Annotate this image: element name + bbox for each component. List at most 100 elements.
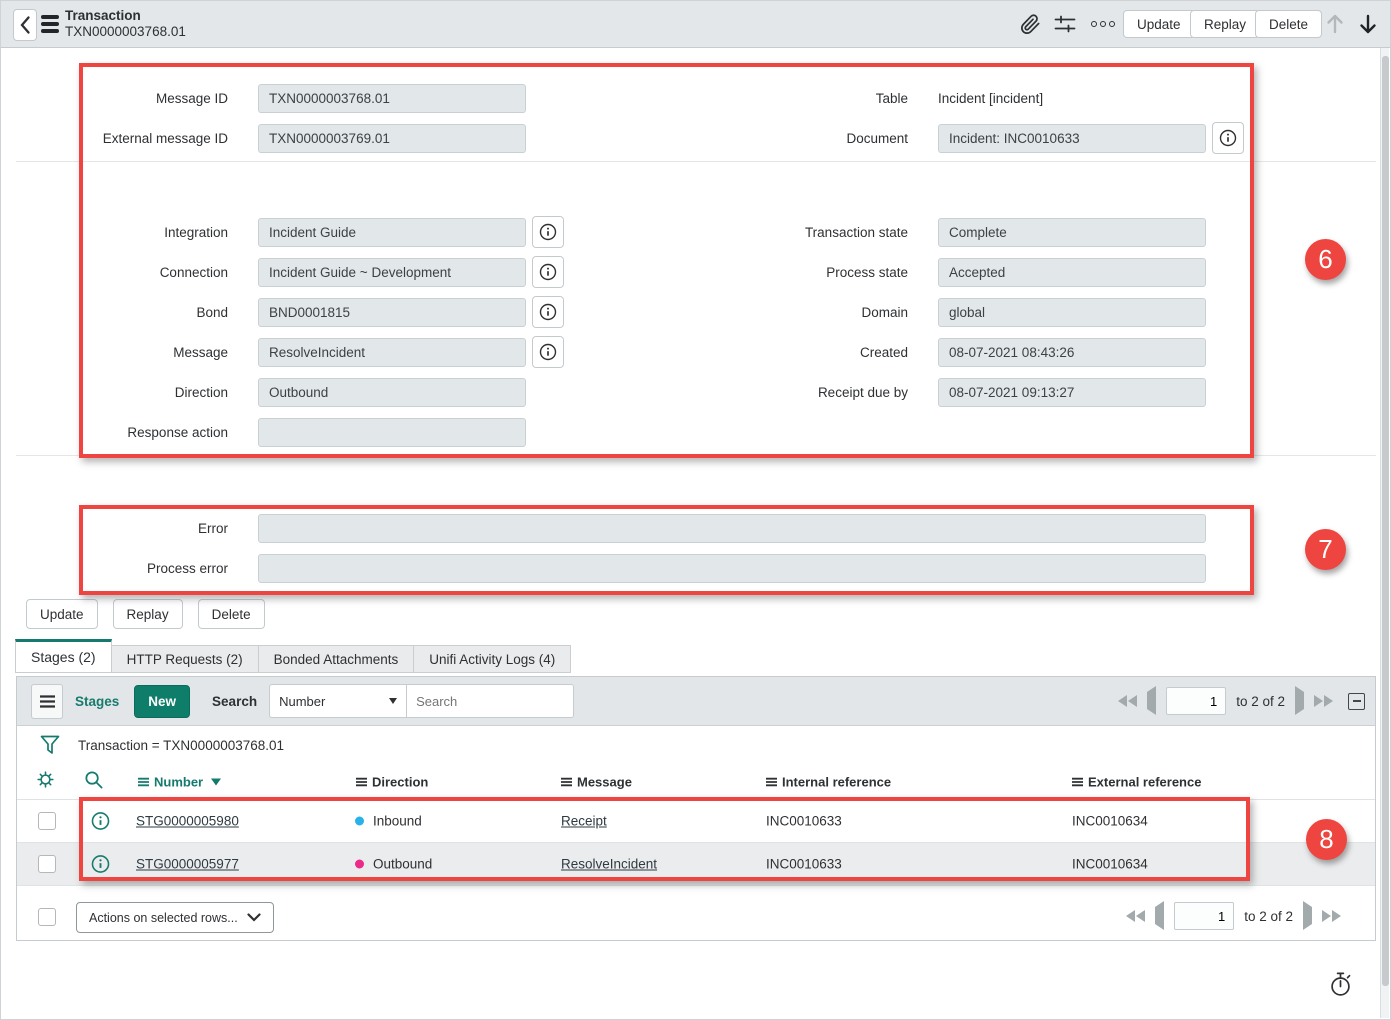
row-preview-icon[interactable]: [91, 812, 110, 831]
process-state-field[interactable]: Accepted: [938, 258, 1206, 287]
new-stage-button[interactable]: New: [134, 685, 190, 718]
next-page-icon[interactable]: [1303, 907, 1312, 925]
direction-label: Direction: [16, 385, 228, 400]
list-title: Stages: [75, 694, 119, 709]
column-menu-icon: [561, 777, 572, 786]
external-message-id-field[interactable]: TXN0000003769.01: [258, 124, 526, 153]
actions-select-value: Actions on selected rows...: [89, 911, 238, 925]
vertical-scrollbar[interactable]: [1380, 48, 1389, 1018]
column-header-number[interactable]: Number: [138, 774, 221, 789]
response-action-field[interactable]: [258, 418, 526, 447]
tab-bonded-attachments[interactable]: Bonded Attachments: [258, 645, 415, 673]
section-divider: [16, 161, 1376, 162]
personalize-form-icon[interactable]: [1053, 13, 1077, 40]
page-number-input[interactable]: [1174, 902, 1234, 930]
last-page-icon[interactable]: [1314, 695, 1333, 707]
message-label: Message: [16, 345, 228, 360]
header-delete-button[interactable]: Delete: [1255, 10, 1322, 38]
list-context-menu-icon[interactable]: [31, 684, 63, 719]
form-context-menu-icon[interactable]: [41, 15, 59, 33]
transaction-state-label: Transaction state: [696, 225, 908, 240]
transaction-state-field[interactable]: Complete: [938, 218, 1206, 247]
stage-number-link[interactable]: STG0000005980: [136, 814, 239, 829]
list-search-input[interactable]: [407, 685, 573, 717]
filter-funnel-icon[interactable]: [39, 733, 61, 757]
created-label: Created: [696, 345, 908, 360]
attachment-icon[interactable]: [1019, 12, 1042, 41]
column-header-label: External reference: [1088, 774, 1201, 789]
stages-related-list: Stages New Search Number to 2 of 2: [16, 676, 1376, 941]
row-range-label: to 2 of 2: [1244, 909, 1293, 924]
header-update-button[interactable]: Update: [1123, 10, 1195, 38]
message-field[interactable]: ResolveIncident: [258, 338, 526, 367]
scrollbar-thumb[interactable]: [1382, 56, 1389, 986]
bond-label: Bond: [16, 305, 228, 320]
row-preview-icon[interactable]: [91, 855, 110, 874]
domain-label: Domain: [696, 305, 908, 320]
stage-number-link[interactable]: STG0000005977: [136, 857, 239, 872]
first-page-icon[interactable]: [1126, 910, 1145, 922]
select-all-checkbox[interactable]: [38, 908, 56, 926]
list-filter-row: Transaction = TXN0000003768.01: [17, 726, 1375, 764]
footer-replay-button[interactable]: Replay: [113, 599, 183, 629]
connection-preview-button[interactable]: [532, 256, 564, 288]
error-field[interactable]: [258, 514, 1206, 543]
previous-page-icon[interactable]: [1155, 907, 1164, 925]
collapse-list-icon[interactable]: [1348, 693, 1365, 710]
next-record-icon[interactable]: [1356, 11, 1380, 42]
error-label: Error: [16, 521, 228, 536]
search-column-select[interactable]: Number: [270, 685, 407, 717]
chevron-down-icon: [247, 913, 261, 922]
column-header-label: Message: [577, 774, 632, 789]
bond-field[interactable]: BND0001815: [258, 298, 526, 327]
bond-preview-button[interactable]: [532, 296, 564, 328]
footer-delete-button[interactable]: Delete: [198, 599, 265, 629]
domain-field[interactable]: global: [938, 298, 1206, 327]
response-time-indicator-icon[interactable]: [1327, 970, 1354, 1004]
tab-stages[interactable]: Stages (2): [15, 639, 112, 673]
row-checkbox[interactable]: [38, 812, 56, 830]
stage-message-link[interactable]: ResolveIncident: [561, 857, 657, 872]
document-preview-button[interactable]: [1212, 122, 1244, 154]
direction-field[interactable]: Outbound: [258, 378, 526, 407]
column-header-message[interactable]: Message: [561, 774, 632, 789]
column-header-external-reference[interactable]: External reference: [1072, 774, 1201, 789]
row-range-label: to 2 of 2: [1236, 694, 1285, 709]
tab-http-requests[interactable]: HTTP Requests (2): [111, 645, 259, 673]
actions-on-selected-rows-select[interactable]: Actions on selected rows...: [76, 902, 274, 933]
process-state-label: Process state: [696, 265, 908, 280]
created-field[interactable]: 08-07-2021 08:43:26: [938, 338, 1206, 367]
more-options-icon[interactable]: [1091, 21, 1115, 27]
receipt-due-by-field[interactable]: 08-07-2021 09:13:27: [938, 378, 1206, 407]
connection-field[interactable]: Incident Guide ~ Development: [258, 258, 526, 287]
integration-field[interactable]: Incident Guide: [258, 218, 526, 247]
last-page-icon[interactable]: [1322, 910, 1341, 922]
list-search-icon[interactable]: [83, 769, 104, 795]
previous-record-icon[interactable]: [1323, 11, 1347, 42]
document-field[interactable]: Incident: INC0010633: [938, 124, 1206, 153]
external-reference-cell: INC0010634: [1072, 814, 1148, 829]
next-page-icon[interactable]: [1295, 692, 1304, 710]
info-icon: [539, 263, 557, 281]
column-header-direction[interactable]: Direction: [356, 774, 428, 789]
search-label: Search: [212, 694, 257, 709]
footer-update-button[interactable]: Update: [26, 599, 98, 629]
filter-breadcrumb[interactable]: Transaction = TXN0000003768.01: [78, 738, 284, 753]
sort-descending-icon: [211, 778, 221, 785]
header-replay-button[interactable]: Replay: [1190, 10, 1260, 38]
integration-preview-button[interactable]: [532, 216, 564, 248]
message-preview-button[interactable]: [532, 336, 564, 368]
page-number-input[interactable]: [1166, 687, 1226, 715]
record-number-label: TXN0000003768.01: [65, 24, 186, 40]
column-header-internal-reference[interactable]: Internal reference: [766, 774, 891, 789]
back-button[interactable]: [13, 9, 37, 41]
first-page-icon[interactable]: [1118, 695, 1137, 707]
list-personalize-gear-icon[interactable]: [35, 769, 56, 795]
row-checkbox[interactable]: [38, 855, 56, 873]
tab-unifi-activity-logs[interactable]: Unifi Activity Logs (4): [413, 645, 571, 673]
previous-page-icon[interactable]: [1147, 692, 1156, 710]
info-icon: [539, 223, 557, 241]
message-id-field[interactable]: TXN0000003768.01: [258, 84, 526, 113]
process-error-field[interactable]: [258, 554, 1206, 583]
stage-message-link[interactable]: Receipt: [561, 814, 607, 829]
